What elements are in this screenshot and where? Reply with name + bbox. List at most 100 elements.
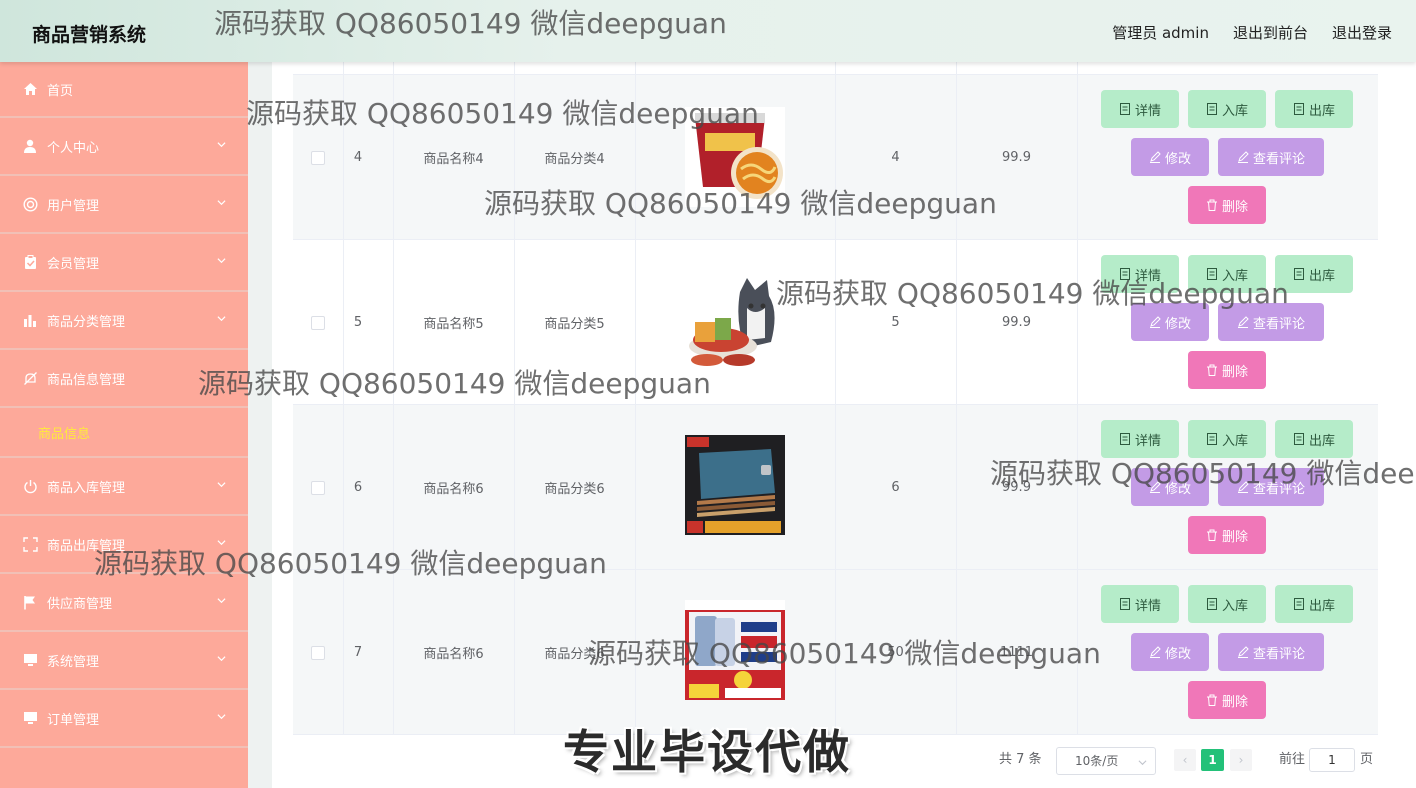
sidebar: 首页 个人中心 用户管理 会员管理 商品分类管理 商品信息管理 商品信息 商品入… bbox=[0, 62, 248, 788]
detail-button[interactable]: 详情 bbox=[1101, 420, 1179, 458]
sidebar-item-category[interactable]: 商品分类管理 bbox=[0, 292, 248, 350]
row-checkbox[interactable] bbox=[311, 150, 325, 165]
goto-suffix: 页 bbox=[1360, 752, 1374, 767]
pencil-icon bbox=[1149, 316, 1161, 328]
sidebar-item-members[interactable]: 会员管理 bbox=[0, 234, 248, 292]
trash-icon bbox=[1206, 199, 1217, 211]
stock-out-button[interactable]: 出库 bbox=[1275, 90, 1353, 128]
sidebar-item-label: 商品入库管理 bbox=[47, 480, 126, 496]
goto-prefix: 前往 bbox=[1279, 752, 1306, 767]
column-divider bbox=[393, 62, 394, 735]
column-divider bbox=[956, 62, 957, 735]
top-nav: 管理员 admin 退出到前台 退出登录 bbox=[1112, 22, 1392, 43]
row-index: 6 bbox=[353, 480, 363, 495]
stock-in-button[interactable]: 入库 bbox=[1188, 585, 1266, 623]
column-divider bbox=[635, 62, 636, 735]
page-1-button[interactable]: 1 bbox=[1201, 749, 1224, 771]
next-page-button[interactable]: › bbox=[1230, 749, 1252, 771]
view-comments-button[interactable]: 查看评论 bbox=[1218, 303, 1324, 341]
chevron-down-icon bbox=[217, 258, 226, 264]
document-icon bbox=[1293, 268, 1304, 280]
trash-icon bbox=[1206, 694, 1217, 706]
monitor-icon bbox=[22, 652, 38, 668]
document-icon bbox=[1293, 103, 1304, 115]
stock-in-button[interactable]: 入库 bbox=[1188, 255, 1266, 293]
page-size-select[interactable]: 10条/页 bbox=[1056, 747, 1156, 775]
stock-out-button[interactable]: 出库 bbox=[1275, 585, 1353, 623]
stock-in-button[interactable]: 入库 bbox=[1188, 420, 1266, 458]
bar-chart-icon bbox=[22, 312, 38, 328]
admin-user-label[interactable]: 管理员 admin bbox=[1112, 22, 1209, 43]
row-index: 5 bbox=[353, 315, 363, 330]
pencil-icon bbox=[1237, 151, 1249, 163]
view-comments-button[interactable]: 查看评论 bbox=[1218, 468, 1324, 506]
prev-page-button[interactable]: ‹ bbox=[1174, 749, 1196, 771]
goto-page-input[interactable]: 1 bbox=[1309, 748, 1355, 772]
edit-button[interactable]: 修改 bbox=[1131, 633, 1209, 671]
delete-button[interactable]: 删除 bbox=[1188, 681, 1266, 719]
chevron-down-icon bbox=[217, 482, 226, 488]
document-icon bbox=[1206, 268, 1217, 280]
sidebar-item-users[interactable]: 用户管理 bbox=[0, 176, 248, 234]
pencil-icon bbox=[1237, 646, 1249, 658]
price-cell: 99.9 bbox=[1002, 480, 1031, 495]
bell-off-icon bbox=[22, 370, 38, 386]
logout-link[interactable]: 退出登录 bbox=[1332, 22, 1392, 43]
detail-button[interactable]: 详情 bbox=[1101, 255, 1179, 293]
sidebar-item-product-info[interactable]: 商品信息管理 bbox=[0, 350, 248, 408]
stock-in-button[interactable]: 入库 bbox=[1188, 90, 1266, 128]
stock-cell: 6 bbox=[891, 480, 900, 495]
document-icon bbox=[1206, 433, 1217, 445]
detail-button[interactable]: 详情 bbox=[1101, 585, 1179, 623]
column-divider bbox=[514, 62, 515, 735]
row-checkbox[interactable] bbox=[311, 480, 325, 495]
delete-button[interactable]: 删除 bbox=[1188, 516, 1266, 554]
document-icon bbox=[1119, 433, 1130, 445]
document-icon bbox=[1206, 103, 1217, 115]
product-image-notebook bbox=[685, 435, 785, 535]
stock-cell: 5 bbox=[891, 315, 900, 330]
category-cell: 商品分类6 bbox=[544, 647, 605, 662]
pagination-total: 共 7 条 bbox=[999, 752, 1042, 767]
sidebar-subitem-product-info[interactable]: 商品信息 bbox=[0, 408, 248, 458]
person-icon bbox=[22, 138, 38, 154]
chevron-down-icon bbox=[1138, 760, 1147, 766]
sidebar-item-orders[interactable]: 订单管理 bbox=[0, 690, 248, 748]
chevron-down-icon bbox=[217, 540, 226, 546]
fullscreen-icon bbox=[22, 536, 38, 552]
sidebar-item-system[interactable]: 系统管理 bbox=[0, 632, 248, 690]
sidebar-item-home[interactable]: 首页 bbox=[0, 62, 248, 118]
exit-to-front-link[interactable]: 退出到前台 bbox=[1233, 22, 1308, 43]
sidebar-item-label: 订单管理 bbox=[47, 712, 100, 728]
edit-button[interactable]: 修改 bbox=[1131, 138, 1209, 176]
stock-cell: 50 bbox=[887, 645, 904, 660]
edit-button[interactable]: 修改 bbox=[1131, 468, 1209, 506]
column-divider bbox=[1077, 62, 1078, 735]
stock-out-button[interactable]: 出库 bbox=[1275, 420, 1353, 458]
row-checkbox[interactable] bbox=[311, 645, 325, 660]
stock-out-button[interactable]: 出库 bbox=[1275, 255, 1353, 293]
pencil-icon bbox=[1237, 481, 1249, 493]
home-icon bbox=[22, 81, 38, 97]
detail-button[interactable]: 详情 bbox=[1101, 90, 1179, 128]
edit-button[interactable]: 修改 bbox=[1131, 303, 1209, 341]
trash-icon bbox=[1206, 364, 1217, 376]
chevron-down-icon bbox=[217, 714, 226, 720]
view-comments-button[interactable]: 查看评论 bbox=[1218, 633, 1324, 671]
sidebar-item-label: 系统管理 bbox=[47, 654, 100, 670]
pencil-icon bbox=[1237, 316, 1249, 328]
product-image-phone-ad bbox=[685, 600, 785, 700]
sidebar-item-stock-out[interactable]: 商品出库管理 bbox=[0, 516, 248, 574]
sidebar-item-supplier[interactable]: 供应商管理 bbox=[0, 574, 248, 632]
row-checkbox[interactable] bbox=[311, 315, 325, 330]
price-cell: 99.9 bbox=[1002, 315, 1031, 330]
document-icon bbox=[1293, 433, 1304, 445]
document-icon bbox=[1119, 598, 1130, 610]
delete-button[interactable]: 删除 bbox=[1188, 186, 1266, 224]
column-divider bbox=[343, 62, 344, 735]
sidebar-item-profile[interactable]: 个人中心 bbox=[0, 118, 248, 176]
sidebar-item-stock-in[interactable]: 商品入库管理 bbox=[0, 458, 248, 516]
view-comments-button[interactable]: 查看评论 bbox=[1218, 138, 1324, 176]
delete-button[interactable]: 删除 bbox=[1188, 351, 1266, 389]
sidebar-item-label: 首页 bbox=[47, 83, 74, 99]
